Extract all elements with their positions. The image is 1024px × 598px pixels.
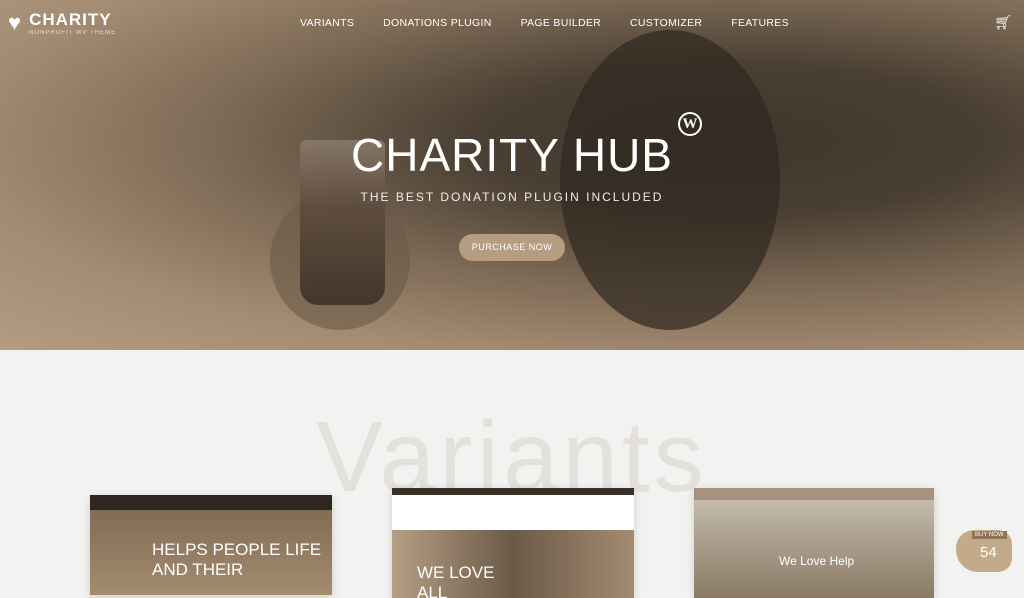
variant-card-1[interactable]: HELPS PEOPLE LIFE AND THEIR (90, 495, 332, 595)
logo-title: CHARITY (29, 10, 112, 29)
hero-title: CHARITY HUB (351, 129, 673, 181)
nav-customizer[interactable]: CUSTOMIZER (630, 17, 702, 29)
nav-donations-plugin[interactable]: DONATIONS PLUGIN (383, 17, 491, 29)
hero-section: ♥ CHARITY NONPROFIT WP THEME VARIANTS DO… (0, 0, 1024, 350)
variant-card-3[interactable]: We Love Help (694, 488, 934, 598)
buy-now-label[interactable]: BUY NOW (972, 531, 1007, 539)
hero-subtitle: THE BEST DONATION PLUGIN INCLUDED (360, 190, 664, 204)
top-nav: ♥ CHARITY NONPROFIT WP THEME VARIANTS DO… (0, 0, 1024, 48)
variant-card-2[interactable]: WE LOVE ALL PEOPLE (392, 488, 634, 598)
logo-subtitle: NONPROFIT WP THEME (29, 30, 117, 36)
nav-features[interactable]: FEATURES (731, 17, 789, 29)
variant-card-text: HELPS PEOPLE LIFE AND THEIR (152, 540, 322, 579)
variant-card-text: We Love Help (779, 554, 855, 568)
nav-page-builder[interactable]: PAGE BUILDER (521, 17, 601, 29)
buy-count: 54 (980, 544, 997, 561)
nav-variants[interactable]: VARIANTS (300, 17, 354, 29)
variant-card-text: WE LOVE ALL PEOPLE (417, 563, 495, 598)
cart-icon[interactable]: 🛒︎ (994, 14, 1012, 31)
purchase-now-button[interactable]: PURCHASE NOW (459, 234, 565, 261)
heart-people-icon: ♥ (8, 10, 22, 35)
logo[interactable]: ♥ CHARITY NONPROFIT WP THEME (8, 10, 116, 36)
wordpress-icon: W (678, 112, 702, 136)
